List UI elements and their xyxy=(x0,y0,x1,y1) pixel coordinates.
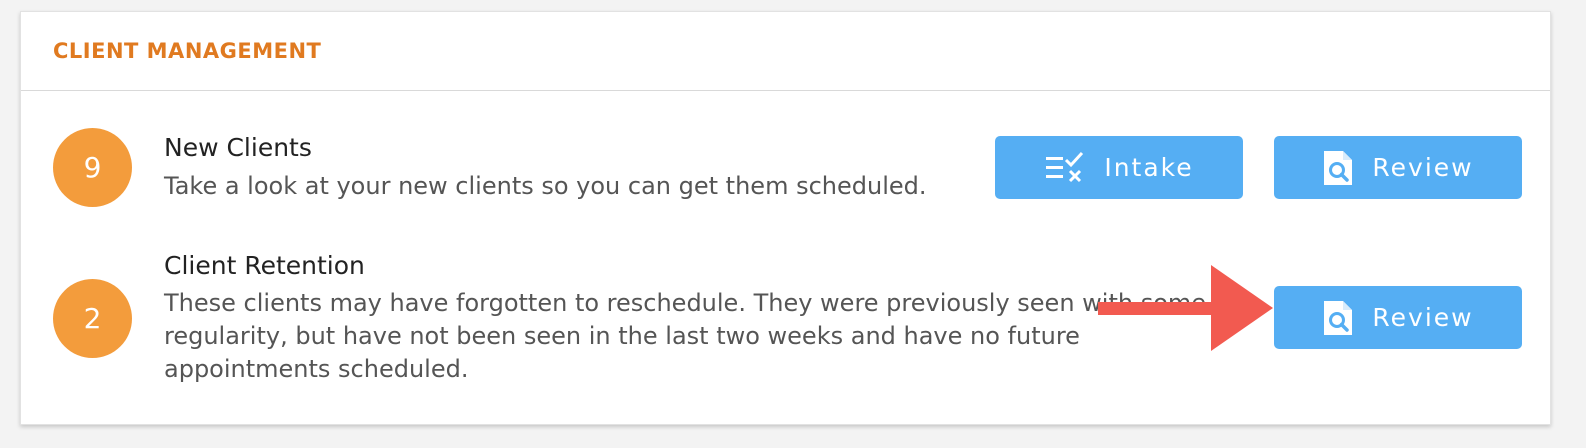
document-search-icon xyxy=(1322,149,1354,187)
new-clients-description: Take a look at your new clients so you c… xyxy=(164,172,927,200)
red-arrow-icon xyxy=(1098,265,1273,351)
document-search-icon xyxy=(1322,299,1354,337)
client-retention-review-button[interactable]: Review xyxy=(1274,286,1522,349)
checklist-icon xyxy=(1044,151,1086,185)
new-clients-row: 9 New Clients Take a look at your new cl… xyxy=(21,92,1550,222)
client-management-card: CLIENT MANAGEMENT 9 New Clients Take a l… xyxy=(20,11,1551,425)
section-title: CLIENT MANAGEMENT xyxy=(53,39,322,63)
intake-button-label: Intake xyxy=(1104,153,1194,182)
new-clients-count-badge: 9 xyxy=(53,128,132,207)
review-button-label: Review xyxy=(1372,303,1474,332)
client-retention-row: 2 Client Retention These clients may hav… xyxy=(21,242,1550,412)
new-clients-review-button[interactable]: Review xyxy=(1274,136,1522,199)
intake-button[interactable]: Intake xyxy=(995,136,1243,199)
new-clients-title: New Clients xyxy=(164,133,312,162)
review-button-label: Review xyxy=(1372,153,1474,182)
client-retention-description: These clients may have forgotten to resc… xyxy=(164,289,1207,383)
client-retention-count-badge: 2 xyxy=(53,279,132,358)
card-header: CLIENT MANAGEMENT xyxy=(21,12,1550,91)
client-retention-title: Client Retention xyxy=(164,251,365,280)
